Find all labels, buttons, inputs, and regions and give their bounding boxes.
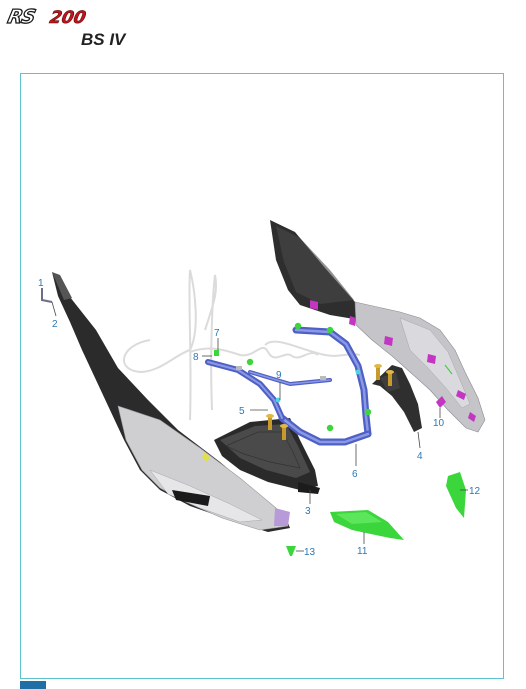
callout-2: 2 (52, 319, 58, 330)
callout-10: 10 (433, 418, 445, 429)
callout-11: 11 (357, 546, 368, 557)
right-side-cover (270, 220, 486, 433)
left-side-cover (52, 272, 290, 532)
callout-1: 1 (38, 278, 44, 289)
callout-7: 7 (214, 328, 220, 339)
part-12-green-wedge (446, 472, 466, 518)
callout-4: 4 (417, 451, 423, 462)
callout-5: 5 (239, 406, 245, 417)
callout-6: 6 (352, 469, 358, 480)
callout-3: 3 (305, 506, 311, 517)
part-11-green-plate (330, 510, 404, 540)
exploded-parts-diagram: 1 2 3 4 5 6 7 8 9 10 11 12 13 (38, 220, 486, 558)
callout-13: 13 (304, 547, 316, 558)
part-13-green-clip (286, 546, 296, 556)
part-1-clip (41, 288, 53, 303)
callout-8: 8 (193, 352, 199, 363)
part-6-blue-bracket (205, 326, 372, 446)
callout-9: 9 (276, 370, 282, 381)
callout-12: 12 (469, 486, 481, 497)
